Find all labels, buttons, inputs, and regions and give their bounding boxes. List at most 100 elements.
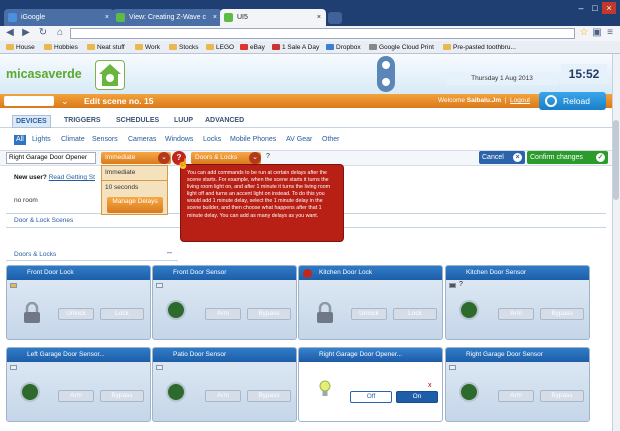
extension-icon[interactable]: ▣ [591, 27, 603, 39]
off-button[interactable]: Off [350, 391, 392, 403]
room-help-icon[interactable]: ? [266, 153, 270, 160]
close-icon[interactable]: × [317, 9, 321, 26]
filter-windows[interactable]: Windows [165, 135, 193, 145]
star-icon[interactable]: ☆ [578, 27, 590, 39]
card-title: Right Garage Door Sensor [446, 348, 589, 362]
section-door-lock-scenes[interactable]: Door & Lock Scenes [14, 217, 73, 224]
folder-icon [443, 44, 451, 50]
filter-sensors[interactable]: Sensors [92, 135, 118, 145]
filter-climate[interactable]: Climate [61, 135, 85, 145]
tab-igoogle[interactable]: iGoogle × [4, 9, 114, 26]
close-window-icon[interactable]: × [602, 2, 616, 14]
arm-button[interactable]: Arm [498, 390, 534, 402]
welcome-text: Welcome Saibalu.Jm | Logout [438, 97, 530, 104]
bookmark-stocks[interactable]: Stocks [169, 42, 199, 53]
bookmark-1-sale-a-day[interactable]: 1 Sale A Day [272, 42, 319, 53]
tab-view-creating[interactable]: View: Creating Z-Wave c × [112, 9, 222, 26]
home-icon[interactable]: ⌂ [54, 27, 66, 39]
folder-icon [87, 44, 95, 50]
on-button[interactable]: On [396, 391, 438, 403]
sale-icon [272, 44, 280, 50]
url-bar[interactable] [70, 28, 575, 39]
scene-name-field[interactable] [4, 96, 54, 106]
reload-button[interactable]: Reload [539, 92, 606, 110]
bookmark-neat-stuff[interactable]: Neat stuff [87, 42, 125, 53]
wrench-icon[interactable]: ≡ [604, 27, 616, 39]
reload-icon[interactable]: ↻ [37, 27, 49, 39]
device-name-field[interactable]: Right Garage Door Opener [6, 152, 96, 164]
scrollbar-thumb[interactable] [613, 120, 619, 200]
bookmark-toothbrush[interactable]: Pre-pasted toothbru... [443, 42, 516, 53]
tab-advanced[interactable]: ADVANCED [205, 115, 244, 126]
tab-triggers[interactable]: TRIGGERS [64, 115, 101, 126]
motion-sensor-icon [20, 382, 40, 402]
bookmark-dropbox[interactable]: Dropbox [326, 42, 361, 53]
scrollbar[interactable] [612, 54, 620, 431]
close-icon[interactable]: x [428, 382, 432, 389]
filter-all[interactable]: All [14, 135, 26, 145]
bypass-button[interactable]: Bypass [100, 390, 144, 402]
tab-luup[interactable]: LUUP [174, 115, 193, 126]
lock-button[interactable]: Lock [393, 308, 437, 320]
filter-av-gear[interactable]: AV Gear [286, 135, 312, 145]
bookmark-ebay[interactable]: eBay [240, 42, 265, 53]
filter-mobile-phones[interactable]: Mobile Phones [230, 135, 276, 145]
confirm-changes-button[interactable]: Confirm changes ✓ [527, 151, 608, 164]
up-icon[interactable] [382, 61, 390, 69]
mode-dial[interactable] [377, 56, 395, 92]
arm-button[interactable]: Arm [498, 308, 534, 320]
forward-arrow-icon[interactable]: ▶ [20, 27, 32, 39]
bookmark-lego[interactable]: LEGO [206, 42, 234, 53]
bypass-button[interactable]: Bypass [247, 390, 291, 402]
filter-other[interactable]: Other [322, 135, 340, 145]
time-display: 15:52 [561, 64, 607, 84]
lock-button[interactable]: Lock [100, 308, 144, 320]
light-bulb-icon [318, 380, 332, 398]
dropbox-icon [326, 44, 334, 50]
folder-icon [135, 44, 143, 50]
down-icon[interactable] [382, 78, 390, 86]
chevron-down-icon[interactable]: ⌄ [158, 152, 170, 164]
sensor-status-icon [10, 365, 17, 370]
arm-button[interactable]: Arm [205, 390, 241, 402]
folder-icon [6, 44, 14, 50]
tab-devices[interactable]: DEVICES [12, 115, 51, 128]
bookmark-work[interactable]: Work [135, 42, 160, 53]
chevron-down-icon[interactable]: ⌄ [249, 152, 261, 164]
minimize-icon[interactable]: – [574, 2, 588, 14]
bookmark-house[interactable]: House [6, 42, 35, 53]
google-icon [8, 13, 17, 22]
logout-link[interactable]: Logout [510, 97, 530, 104]
bypass-button[interactable]: Bypass [540, 390, 584, 402]
filter-cameras[interactable]: Cameras [128, 135, 156, 145]
bookmark-hobbies[interactable]: Hobbies [44, 42, 78, 53]
close-icon[interactable]: × [105, 9, 109, 26]
filter-locks[interactable]: Locks [203, 135, 221, 145]
tab-ui5[interactable]: UI5 × [220, 9, 326, 26]
bypass-button[interactable]: Bypass [540, 308, 584, 320]
getting-started-link[interactable]: Read Getting St [49, 174, 95, 181]
bypass-button[interactable]: Bypass [247, 308, 291, 320]
arm-button[interactable]: Arm [205, 308, 241, 320]
arm-button[interactable]: Arm [58, 390, 94, 402]
bookmark-google-cloud-print[interactable]: Google Cloud Print [369, 42, 434, 53]
filter-lights[interactable]: Lights [32, 135, 51, 145]
back-arrow-icon[interactable]: ◀ [4, 27, 16, 39]
section-no-room[interactable]: no room [14, 197, 38, 204]
section-doors-locks[interactable]: Doors & Locks [14, 251, 56, 258]
lock-icon [316, 301, 334, 324]
chevron-down-icon[interactable]: ⌄ [61, 96, 69, 107]
tab-schedules[interactable]: SCHEDULES [116, 115, 159, 126]
unlock-button[interactable]: Unlock [351, 308, 387, 320]
manage-delays-button[interactable]: Manage Delays [107, 197, 163, 213]
delay-option-immediate[interactable]: Immediate [105, 169, 135, 176]
unlock-button[interactable]: Unlock [58, 308, 94, 320]
close-icon[interactable]: × [213, 9, 217, 26]
delay-option-10-seconds[interactable]: 10 seconds [105, 184, 138, 191]
new-user-notice: New user? Read Getting St [14, 174, 95, 181]
maximize-icon[interactable]: □ [588, 2, 602, 14]
cancel-button[interactable]: Cancel × [479, 151, 525, 164]
new-tab-button[interactable] [328, 12, 342, 24]
logo: micasaverde [6, 67, 82, 81]
collapse-icon[interactable]: – [167, 247, 172, 257]
